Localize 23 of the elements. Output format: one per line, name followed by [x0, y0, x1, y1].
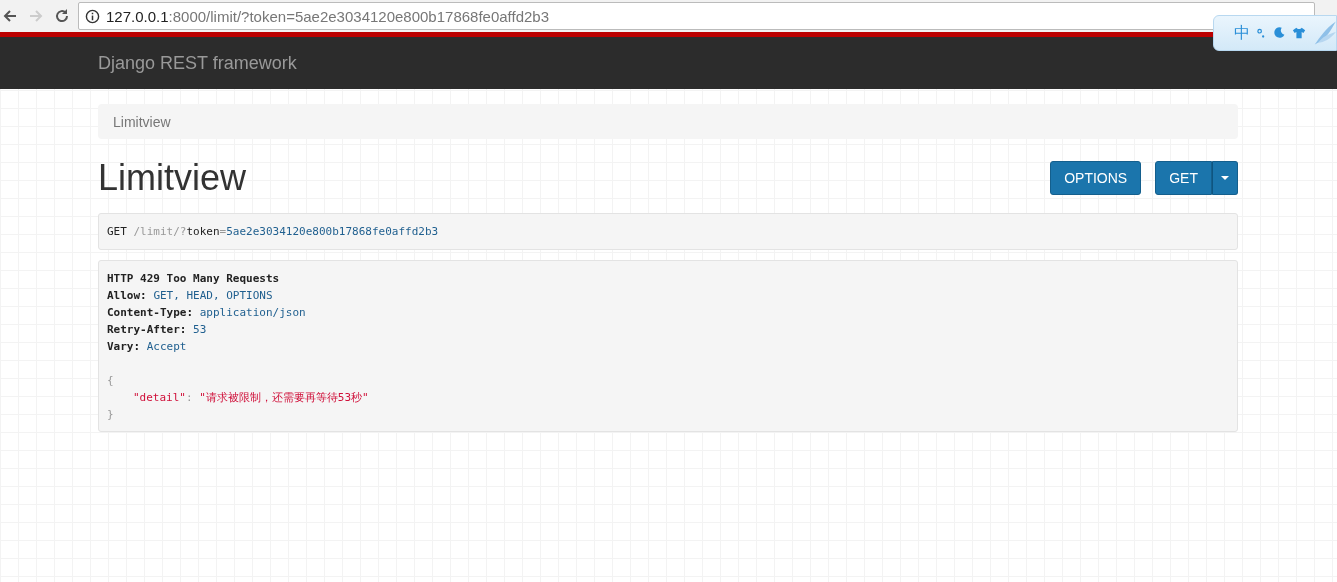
header-line: Content-Type: application/json [107, 305, 306, 321]
header-line: Retry-After: 53 [107, 322, 207, 338]
breadcrumb-item[interactable]: Limitview [113, 114, 171, 130]
request-line: GET /limit/?token=5ae2e3034120e800b17868fe0affd2b3 [107, 224, 440, 240]
page-title: Limitview [98, 158, 247, 198]
header-line: Allow: GET, HEAD, OPTIONS [107, 288, 273, 304]
info-icon[interactable] [85, 8, 100, 24]
json-line: "detail": "请求被限制，还需要再等待53秒" [132, 390, 369, 406]
caret-icon [1221, 176, 1229, 180]
shirt-icon[interactable] [1292, 26, 1307, 40]
dropdown-button[interactable] [1212, 161, 1238, 195]
brace: { [107, 373, 114, 389]
status-line: HTTP 429 Too Many Requests [107, 271, 280, 287]
punctuation-icon[interactable] [1257, 26, 1266, 40]
get-button[interactable]: GET [1155, 161, 1212, 195]
brand-link[interactable]: Django REST framework [98, 52, 297, 74]
options-button[interactable]: OPTIONS [1050, 161, 1142, 195]
reload-icon[interactable] [54, 8, 70, 24]
back-icon[interactable] [2, 8, 18, 24]
url-text: 127.0.0.1:8000/limit/?token=5ae2e3034120e800b17868fe0affd2b3 [106, 7, 550, 25]
header-line: Vary: Accept [107, 339, 187, 355]
moon-icon[interactable] [1272, 26, 1286, 40]
brace: } [107, 407, 114, 423]
